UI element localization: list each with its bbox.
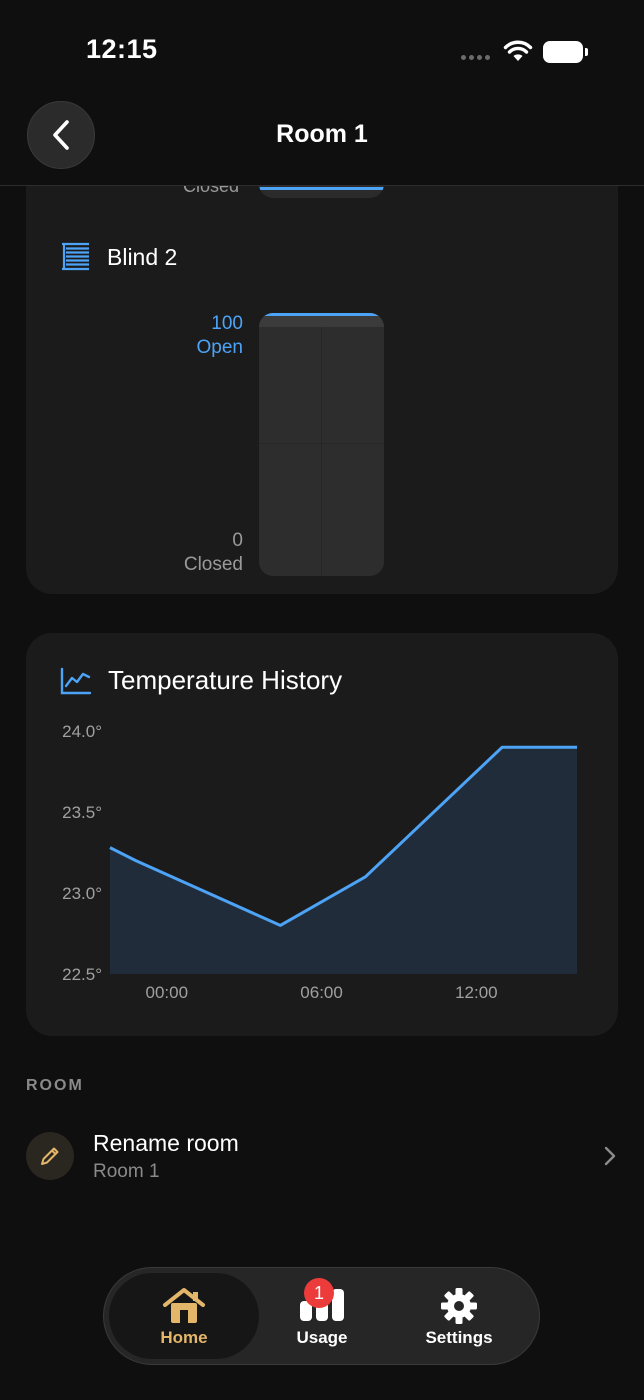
temperature-title: Temperature History (108, 665, 343, 695)
y-tick-label: 24.0° (62, 722, 102, 741)
nav-bar: Room 1 (0, 100, 644, 186)
slider-max-label: Open (196, 337, 243, 358)
gear-icon (441, 1288, 477, 1324)
temperature-chart: 24.0° 23.5° 23.0° 22.5° 00:00 06:00 12:00 (62, 722, 577, 1002)
pencil-icon-circle (26, 1132, 74, 1180)
room-section-label: ROOM (26, 1077, 84, 1094)
chevron-right-icon (604, 1146, 616, 1166)
y-tick-label: 23.0° (62, 884, 102, 903)
pencil-icon (41, 1147, 59, 1165)
page-title: Room 1 (276, 120, 368, 148)
status-bar: 12:15 (0, 0, 644, 100)
line-chart-icon (60, 667, 92, 694)
battery-icon (543, 41, 588, 63)
slider-min-value: 0 (232, 530, 243, 551)
rename-room-row[interactable]: Rename room Room 1 (26, 1120, 618, 1192)
tab-settings-label: Settings (425, 1328, 493, 1347)
rename-room-subtitle: Room 1 (93, 1161, 160, 1182)
tab-home-label: Home (160, 1328, 208, 1347)
blinds-icon (62, 242, 89, 271)
x-tick-label: 12:00 (455, 983, 498, 1002)
slider-min-label: Closed (183, 554, 243, 575)
tab-bar: Home Usage Settings 1 (103, 1267, 540, 1365)
blind-2-header: Blind 2 (60, 242, 177, 272)
temperature-area (110, 747, 577, 974)
x-tick-label: 06:00 (300, 983, 343, 1002)
rename-room-title: Rename room (93, 1130, 239, 1156)
y-tick-label: 23.5° (62, 803, 102, 822)
blind-2-position-slider[interactable] (259, 313, 384, 576)
blind-2-title: Blind 2 (107, 243, 178, 270)
temperature-header: Temperature History (60, 665, 342, 696)
slider-max-value: 100 (211, 313, 243, 334)
tab-usage-label: Usage (296, 1328, 348, 1347)
home-icon (163, 1288, 205, 1323)
status-time: 12:15 (86, 34, 158, 64)
wifi-icon (503, 40, 533, 61)
tab-settings[interactable]: Settings (384, 1273, 534, 1359)
tab-home[interactable]: Home (109, 1273, 259, 1359)
slider-fill (259, 313, 384, 316)
y-tick-label: 22.5° (62, 965, 102, 984)
x-tick-label: 00:00 (145, 983, 188, 1002)
signal-icon (461, 55, 490, 60)
usage-notification-badge: 1 (304, 1278, 334, 1308)
